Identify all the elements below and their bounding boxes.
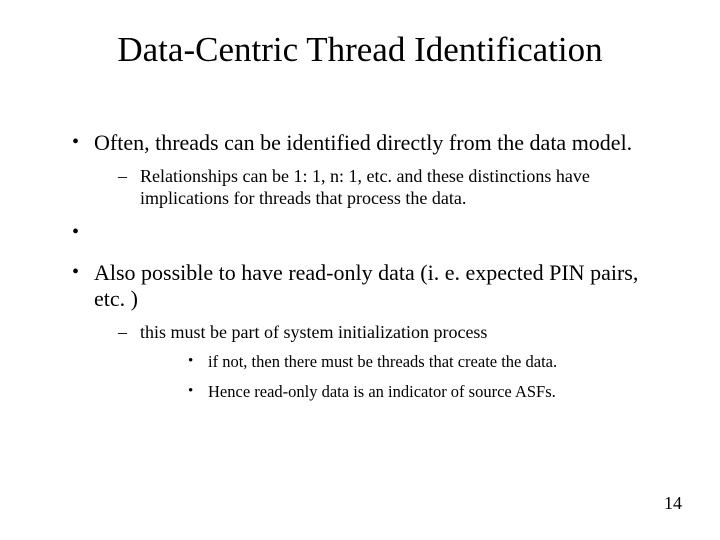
slide-body: Often, threads can be identified directl… <box>70 130 660 412</box>
bullet-item: Hence read-only data is an indicator of … <box>140 382 660 402</box>
bullet-text: Relationships can be 1: 1, n: 1, etc. an… <box>140 166 590 208</box>
bullet-text: Hence read-only data is an indicator of … <box>208 382 556 401</box>
bullet-text: Also possible to have read-only data (i.… <box>94 260 638 311</box>
slide-title: Data-Centric Thread Identification <box>0 30 720 70</box>
bullet-item: this must be part of system initializati… <box>94 322 660 401</box>
bullet-list: Relationships can be 1: 1, n: 1, etc. an… <box>94 166 660 209</box>
bullet-text: if not, then there must be threads that … <box>208 352 557 371</box>
slide: Data-Centric Thread Identification Often… <box>0 0 720 540</box>
bullet-list: this must be part of system initializati… <box>94 322 660 401</box>
bullet-item: if not, then there must be threads that … <box>140 352 660 372</box>
bullet-text: this must be part of system initializati… <box>140 322 487 342</box>
bullet-item: Relationships can be 1: 1, n: 1, etc. an… <box>94 166 660 209</box>
bullet-list: Often, threads can be identified directl… <box>70 130 660 402</box>
bullet-list: if not, then there must be threads that … <box>140 352 660 402</box>
bullet-item: Also possible to have read-only data (i.… <box>70 260 660 402</box>
page-number: 14 <box>664 493 682 514</box>
bullet-item: Often, threads can be identified directl… <box>70 130 660 210</box>
spacer <box>70 220 660 252</box>
bullet-text: Often, threads can be identified directl… <box>94 130 632 155</box>
